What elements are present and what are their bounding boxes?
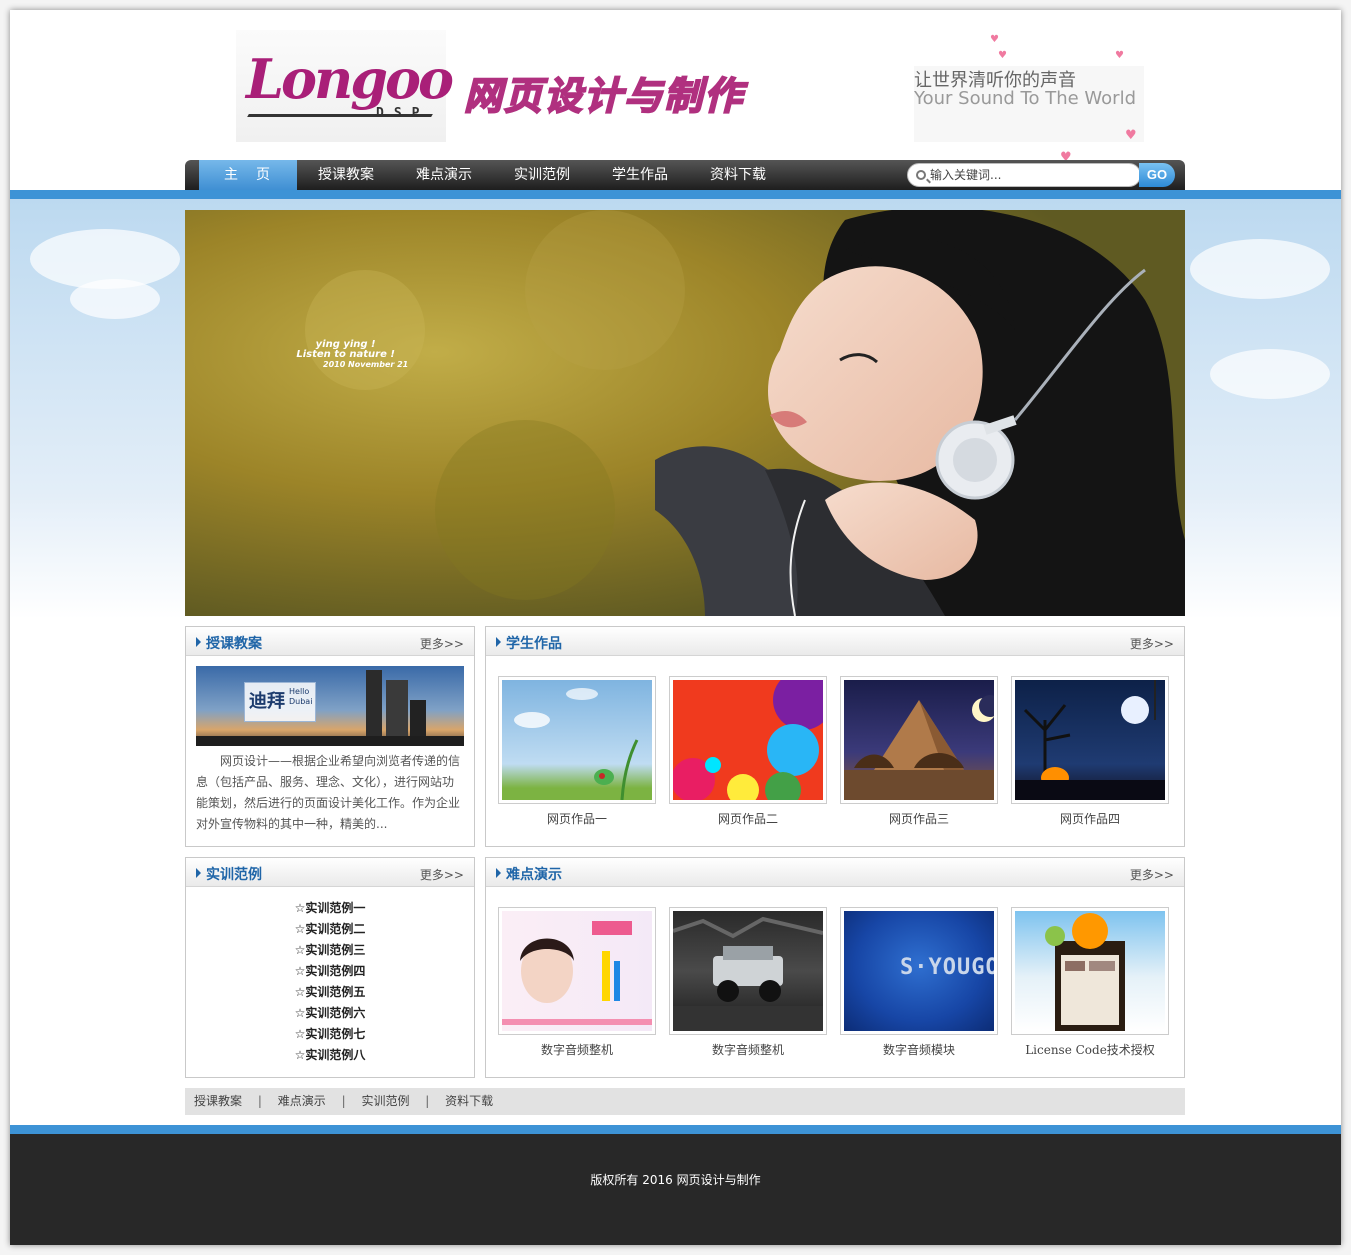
arrow-right-icon <box>496 637 501 647</box>
work-thumb[interactable] <box>1011 676 1169 804</box>
examples-list: ☆实训范例一 ☆实训范例二 ☆实训范例三 ☆实训范例四 ☆实训范例五 ☆实训范例… <box>186 898 474 1066</box>
heart-icon: ♥ <box>990 34 999 45</box>
lesson-image[interactable]: 迪拜 Hello Dubai <box>196 666 464 746</box>
heart-icon: ♥ <box>998 50 1007 61</box>
panel-title: 实训范例 <box>206 867 262 883</box>
panel-header: 难点演示 更多>> <box>486 858 1184 887</box>
example-link[interactable]: ☆实训范例五 <box>186 982 474 1003</box>
arrow-right-icon <box>196 637 201 647</box>
example-link[interactable]: ☆实训范例三 <box>186 940 474 961</box>
demo-label[interactable]: 数字音频模块 <box>840 1041 998 1058</box>
more-link[interactable]: 更多>> <box>420 866 464 883</box>
example-link[interactable]: ☆实训范例六 <box>186 1003 474 1024</box>
banner-caption-line: Listen to nature ! <box>296 349 395 360</box>
panel-examples: 实训范例 更多>> ☆实训范例一 ☆实训范例二 ☆实训范例三 ☆实训范例四 ☆实… <box>185 857 475 1078</box>
nav-item-home[interactable]: 主页 <box>199 160 297 190</box>
lesson-image-text: Dubai <box>289 697 313 706</box>
search-input[interactable] <box>930 166 1130 184</box>
example-link[interactable]: ☆实训范例七 <box>186 1024 474 1045</box>
slogan: 让世界清听你的声音 Your Sound To The World <box>914 66 1144 142</box>
banner-image <box>185 210 1185 616</box>
nav-item-lessons[interactable]: 授课教案 <box>297 160 395 190</box>
panel-header: 学生作品 更多>> <box>486 627 1184 656</box>
more-link[interactable]: 更多>> <box>420 635 464 652</box>
copyright-text: 版权所有 2016 网页设计与制作 <box>590 1173 761 1187</box>
work-label[interactable]: 网页作品四 <box>1011 810 1169 827</box>
heart-icon: ♥ <box>1115 50 1124 61</box>
panel-works: 学生作品 更多>> 网页作品一 网页作品二 网页作品三 网页作品四 <box>485 626 1185 847</box>
site-title: 网页设计与制作 <box>463 73 745 119</box>
demo-thumb[interactable] <box>669 907 827 1035</box>
more-link[interactable]: 更多>> <box>1130 866 1174 883</box>
panel-title: 授课教案 <box>206 636 262 652</box>
lesson-image-text: Hello <box>289 687 310 696</box>
work-thumb[interactable] <box>669 676 827 804</box>
example-link[interactable]: ☆实训范例八 <box>186 1045 474 1066</box>
demo-label[interactable]: 数字音频整机 <box>498 1041 656 1058</box>
main-nav: 主页 授课教案 难点演示 实训范例 学生作品 资料下载 GO <box>185 160 1185 190</box>
footer-link-demos[interactable]: 难点演示 <box>278 1094 326 1108</box>
work-thumb[interactable] <box>840 676 998 804</box>
demo-label[interactable]: 数字音频整机 <box>669 1041 827 1058</box>
lesson-image-text: 迪拜 <box>249 691 285 712</box>
demo-label[interactable]: License Code技术授权 <box>1011 1041 1169 1058</box>
demo-thumb[interactable] <box>1011 907 1169 1035</box>
site-footer: 版权所有 2016 网页设计与制作 <box>10 1134 1341 1245</box>
example-link[interactable]: ☆实训范例四 <box>186 961 474 982</box>
logo-text: Longoo <box>246 47 454 111</box>
search-box <box>907 163 1141 187</box>
work-thumb[interactable] <box>498 676 656 804</box>
nav-item-downloads[interactable]: 资料下载 <box>689 160 787 190</box>
search-icon <box>916 170 926 180</box>
arrow-right-icon <box>496 868 501 878</box>
footer-separator: | <box>425 1094 430 1108</box>
logo-sub: DSP <box>376 106 430 121</box>
header-divider <box>10 190 1341 199</box>
hero-banner[interactable]: ying ying ! Listen to nature ! 2010 Nove… <box>185 210 1185 616</box>
footer-divider <box>10 1125 1341 1134</box>
footer-links: 授课教案 | 难点演示 | 实训范例 | 资料下载 <box>185 1088 1185 1115</box>
footer-link-examples[interactable]: 实训范例 <box>361 1094 409 1108</box>
example-link[interactable]: ☆实训范例二 <box>186 919 474 940</box>
search-go-button[interactable]: GO <box>1139 163 1175 187</box>
site-logo[interactable]: Longoo DSP <box>236 30 454 142</box>
example-link[interactable]: ☆实训范例一 <box>186 898 474 919</box>
lesson-image-card: 迪拜 Hello Dubai <box>244 682 316 722</box>
nav-item-examples[interactable]: 实训范例 <box>493 160 591 190</box>
arrow-right-icon <box>196 868 201 878</box>
footer-link-downloads[interactable]: 资料下载 <box>445 1094 493 1108</box>
page-frame: Longoo DSP 网页设计与制作 让世界清听你的声音 Your Sound … <box>10 10 1341 1245</box>
demo-thumb[interactable]: S·YOUGO <box>840 907 998 1035</box>
heart-icon: ♥ <box>1125 128 1137 143</box>
work-label[interactable]: 网页作品一 <box>498 810 656 827</box>
footer-separator: | <box>257 1094 262 1108</box>
slogan-en: Your Sound To The World <box>914 88 1137 109</box>
banner-caption-line: 2010 November 21 <box>323 360 409 369</box>
panel-demos: 难点演示 更多>> 数字音频整机 数字音频整机 S·YOUGO 数字音频模块 L… <box>485 857 1185 1078</box>
panel-title: 学生作品 <box>506 636 562 652</box>
panel-lessons: 授课教案 更多>> 迪拜 Hello Dubai 网页设计——根据企业希望向浏览… <box>185 626 475 847</box>
work-label[interactable]: 网页作品三 <box>840 810 998 827</box>
demo-thumb[interactable] <box>498 907 656 1035</box>
more-link[interactable]: 更多>> <box>1130 635 1174 652</box>
panel-title: 难点演示 <box>506 867 562 883</box>
site-header: Longoo DSP 网页设计与制作 让世界清听你的声音 Your Sound … <box>10 10 1341 190</box>
demo-thumb-text: S·YOUGO <box>900 955 994 980</box>
banner-caption: ying ying ! Listen to nature ! 2010 Nove… <box>283 340 408 370</box>
panel-header: 授课教案 更多>> <box>186 627 474 656</box>
lesson-intro: 网页设计——根据企业希望向浏览者传递的信息（包括产品、服务、理念、文化），进行网… <box>196 754 461 831</box>
work-label[interactable]: 网页作品二 <box>669 810 827 827</box>
nav-item-works[interactable]: 学生作品 <box>591 160 689 190</box>
panel-header: 实训范例 更多>> <box>186 858 474 887</box>
footer-link-lessons[interactable]: 授课教案 <box>194 1094 242 1108</box>
nav-item-demos[interactable]: 难点演示 <box>395 160 493 190</box>
footer-separator: | <box>341 1094 346 1108</box>
